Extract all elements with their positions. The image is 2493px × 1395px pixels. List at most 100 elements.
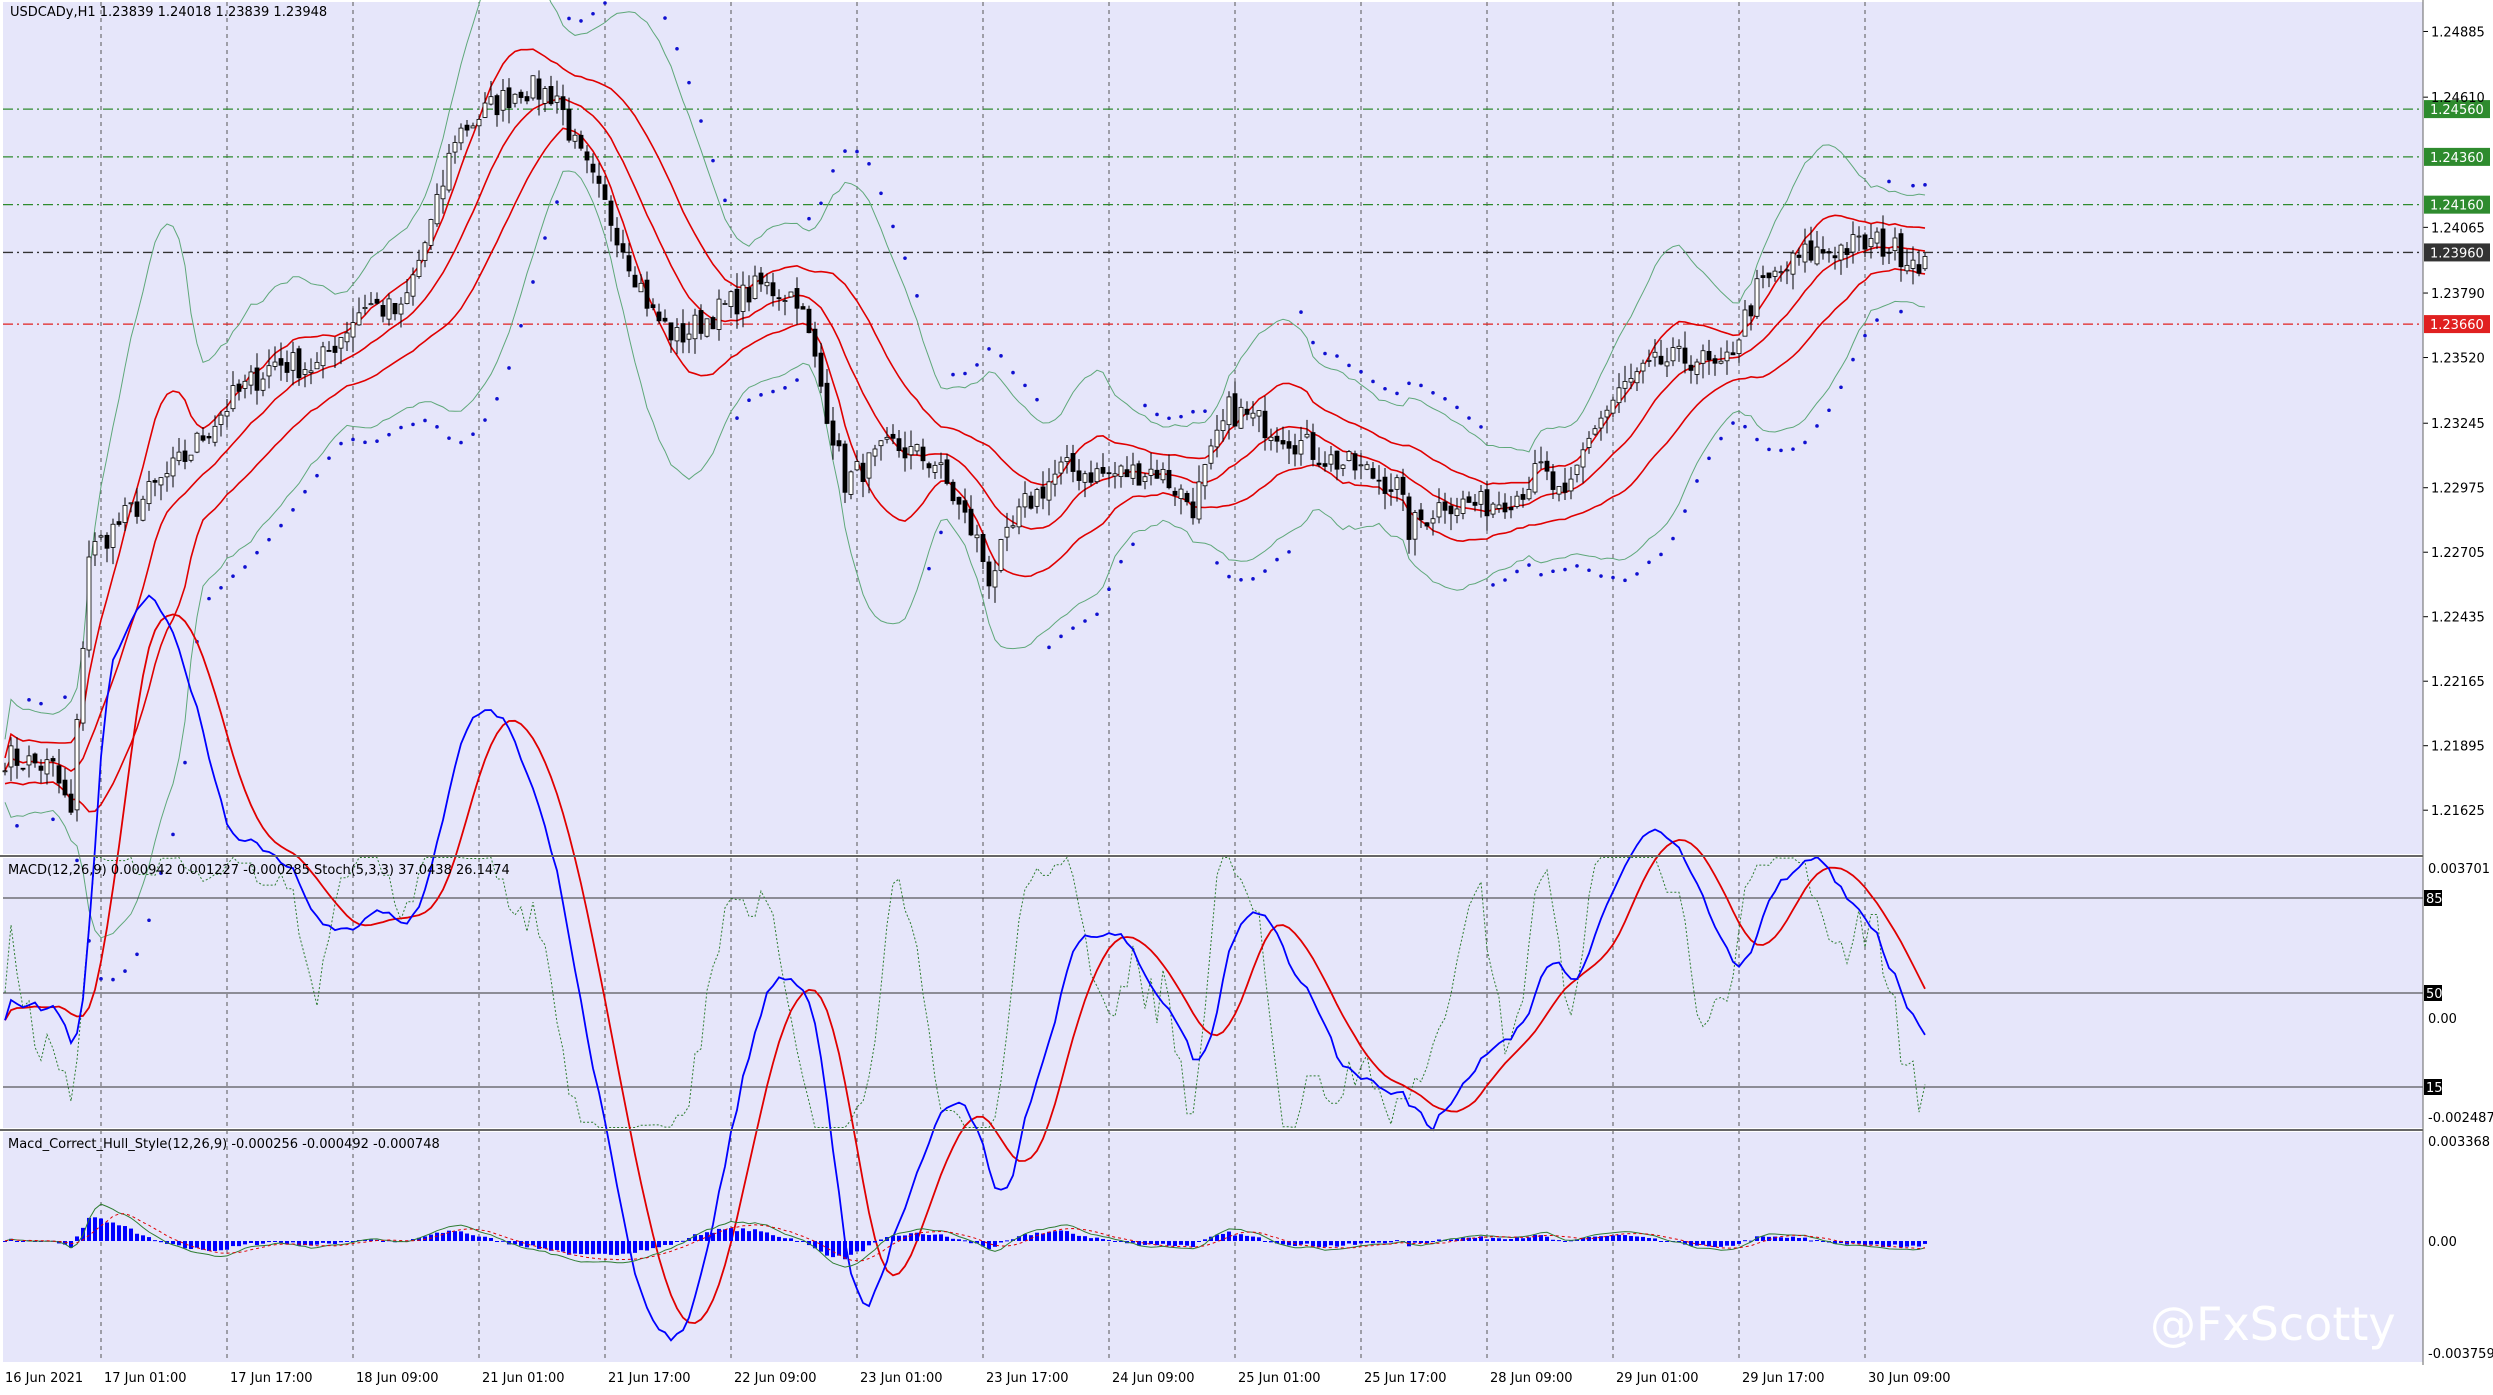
hull-histogram-bar [573, 1241, 577, 1254]
hull-histogram-bar [1737, 1241, 1741, 1244]
candle-body [704, 318, 710, 337]
x-tick-label: 24 Jun 09:00 [1112, 1371, 1195, 1386]
sar-dot [891, 224, 895, 229]
hull-histogram-bar [345, 1241, 349, 1242]
sar-dot [819, 201, 823, 206]
hull-histogram-bar [381, 1241, 385, 1242]
hull-histogram-bar [321, 1241, 325, 1243]
candle-body [572, 134, 578, 142]
sar-dot [1611, 575, 1615, 580]
candle-body [338, 337, 344, 349]
hull-histogram-bar [639, 1241, 643, 1251]
candle-body [1814, 246, 1820, 265]
candle-body [902, 447, 908, 459]
candle-body [1274, 435, 1280, 442]
candle-body [956, 496, 962, 505]
sar-dot [1563, 567, 1567, 572]
hull-histogram-bar [1665, 1241, 1669, 1242]
candle-body [710, 317, 716, 330]
hull-histogram-bar [1047, 1231, 1051, 1241]
hull-histogram-bar [723, 1229, 727, 1241]
sar-dot [1131, 542, 1135, 547]
hull-histogram-bar [933, 1234, 937, 1241]
candle-body [1838, 244, 1844, 261]
candle-body [860, 462, 866, 482]
sar-dot [1371, 379, 1375, 384]
hull-histogram-bar [1893, 1241, 1897, 1245]
hull-histogram-bar [1395, 1240, 1399, 1242]
candle-body [344, 332, 350, 343]
sar-dot [1311, 340, 1315, 345]
x-tick-label: 25 Jun 01:00 [1238, 1371, 1321, 1386]
hull-histogram-bar [1377, 1241, 1381, 1243]
candle-body [374, 298, 380, 304]
sar-dot [771, 389, 775, 394]
hull-histogram-bar [249, 1241, 253, 1243]
candle-body [200, 435, 206, 441]
candle-body [584, 151, 590, 161]
candle-body [2, 770, 8, 773]
sar-dot [411, 422, 415, 427]
x-tick-label: 23 Jun 17:00 [986, 1371, 1069, 1386]
hull-histogram-bar [1653, 1238, 1657, 1241]
candle-body [1250, 412, 1256, 419]
candle-body [1646, 359, 1652, 362]
hull-histogram-bar [717, 1228, 721, 1241]
hull-histogram-bar [795, 1240, 799, 1242]
candle-body [1256, 410, 1262, 417]
hull-histogram-bar [1491, 1237, 1495, 1241]
hull-histogram-bar [189, 1241, 193, 1250]
candle-body [1466, 496, 1472, 503]
hull-histogram-bar [591, 1241, 595, 1255]
hull-histogram-bar [1257, 1237, 1261, 1241]
hull-histogram-bar [1803, 1237, 1807, 1241]
hull-panel-title: Macd_Correct_Hull_Style(12,26,9) -0.0002… [8, 1137, 440, 1152]
candle-body [1874, 231, 1880, 244]
y-tick-label: 1.24610 [2431, 91, 2485, 106]
candle-body [1406, 496, 1412, 540]
sar-dot [135, 952, 139, 957]
candle-body [212, 425, 218, 443]
candle-body [1922, 256, 1928, 270]
hull-histogram-bar [327, 1241, 331, 1244]
candle-body [80, 647, 86, 724]
candle-body [176, 451, 182, 462]
candle-body [1706, 350, 1712, 361]
hull-histogram-bar [939, 1234, 943, 1241]
hull-histogram-bar [243, 1241, 247, 1245]
candle-body [1832, 255, 1838, 259]
hull-histogram-bar [219, 1241, 223, 1251]
hull-histogram-bar [963, 1240, 967, 1242]
hull-histogram-bar [99, 1218, 103, 1241]
hull-histogram-bar [1917, 1241, 1921, 1247]
candle-body [122, 505, 128, 523]
candle-body [410, 274, 416, 297]
candle-body [518, 91, 524, 98]
candle-body [1346, 451, 1352, 462]
hull-histogram-bar [459, 1231, 463, 1241]
candle-body [1736, 339, 1742, 355]
hull-histogram-bar [1551, 1239, 1555, 1241]
x-tick-label: 21 Jun 01:00 [482, 1371, 565, 1386]
candle-body [248, 371, 254, 386]
candle-body [536, 78, 542, 100]
hull-histogram-bar [1059, 1230, 1063, 1241]
candle-body [1442, 501, 1448, 511]
hull-histogram-bar [1701, 1241, 1705, 1245]
candle-body [1514, 495, 1520, 507]
sar-dot [27, 698, 31, 702]
sar-dot [975, 363, 979, 367]
x-tick-label: 16 Jun 2021 [5, 1371, 83, 1386]
hull-histogram-bar [1353, 1241, 1357, 1245]
candle-body [38, 765, 44, 771]
candle-body [728, 291, 734, 307]
hull-histogram-bar [747, 1231, 751, 1241]
candle-body [962, 500, 968, 513]
sar-dot [963, 371, 967, 376]
candle-body [542, 88, 548, 104]
hull-histogram-bar [465, 1233, 469, 1241]
candle-body [812, 328, 818, 357]
hull-histogram-bar [255, 1241, 259, 1246]
candle-body [278, 358, 284, 366]
candle-body [362, 306, 368, 310]
